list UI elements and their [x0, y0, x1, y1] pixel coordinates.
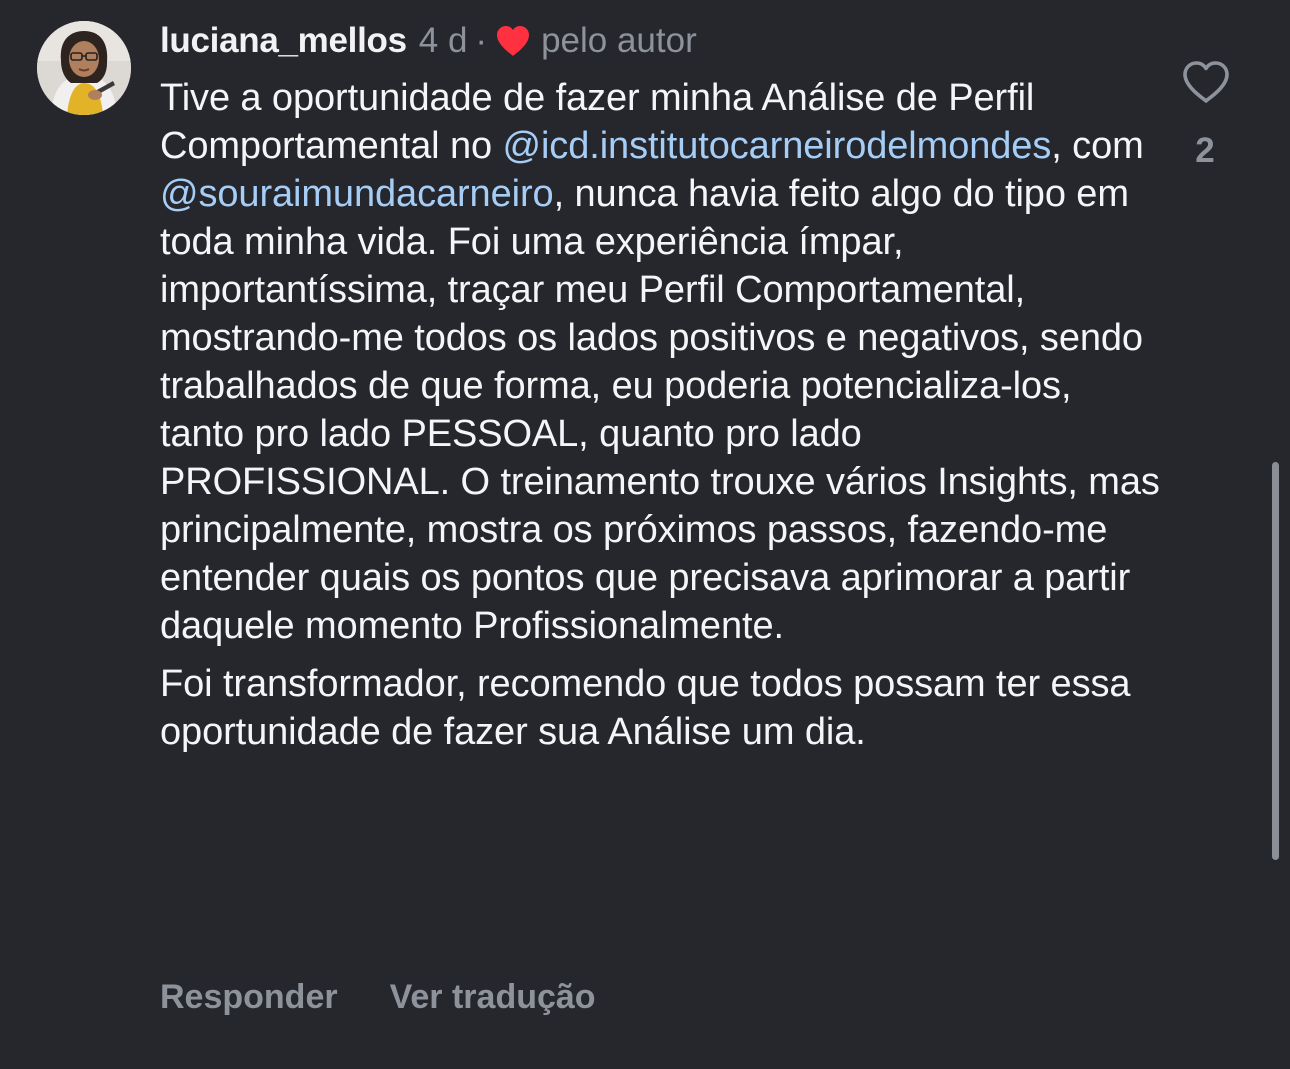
- liked-by-author-label: pelo autor: [541, 21, 697, 60]
- like-count: 2: [1195, 131, 1215, 170]
- comment-text: , com: [1051, 125, 1144, 167]
- comment-body: Tive a oportunidade de fazer minha Análi…: [160, 74, 1160, 756]
- username[interactable]: luciana_mellos: [160, 21, 407, 61]
- comment-paragraph: Tive a oportunidade de fazer minha Análi…: [160, 74, 1160, 650]
- comment-paragraph: Foi transformador, recomendo que todos p…: [160, 663, 1131, 753]
- comment-header: luciana_mellos 4 d · pelo autor: [160, 18, 697, 64]
- timestamp: 4 d: [418, 21, 468, 60]
- comment-actions: Responder Ver tradução: [160, 974, 596, 1020]
- avatar-photo: [37, 21, 131, 115]
- comment-text: , nunca havia feito algo do tipo em toda…: [160, 173, 1160, 647]
- mention-link[interactable]: @souraimundacarneiro: [160, 173, 554, 215]
- reply-button[interactable]: Responder: [160, 978, 338, 1017]
- translate-button[interactable]: Ver tradução: [390, 978, 596, 1017]
- heart-filled-icon: [495, 25, 531, 57]
- comment-item: luciana_mellos 4 d · pelo autor Tive a o…: [0, 0, 1290, 1069]
- scrollbar[interactable]: [1272, 462, 1279, 860]
- separator-dot: ·: [475, 21, 488, 60]
- like-button[interactable]: [1181, 58, 1231, 108]
- mention-link[interactable]: @icd.institutocarneirodelmondes: [502, 125, 1051, 167]
- avatar[interactable]: [37, 21, 131, 115]
- heart-outline-icon: [1183, 61, 1229, 103]
